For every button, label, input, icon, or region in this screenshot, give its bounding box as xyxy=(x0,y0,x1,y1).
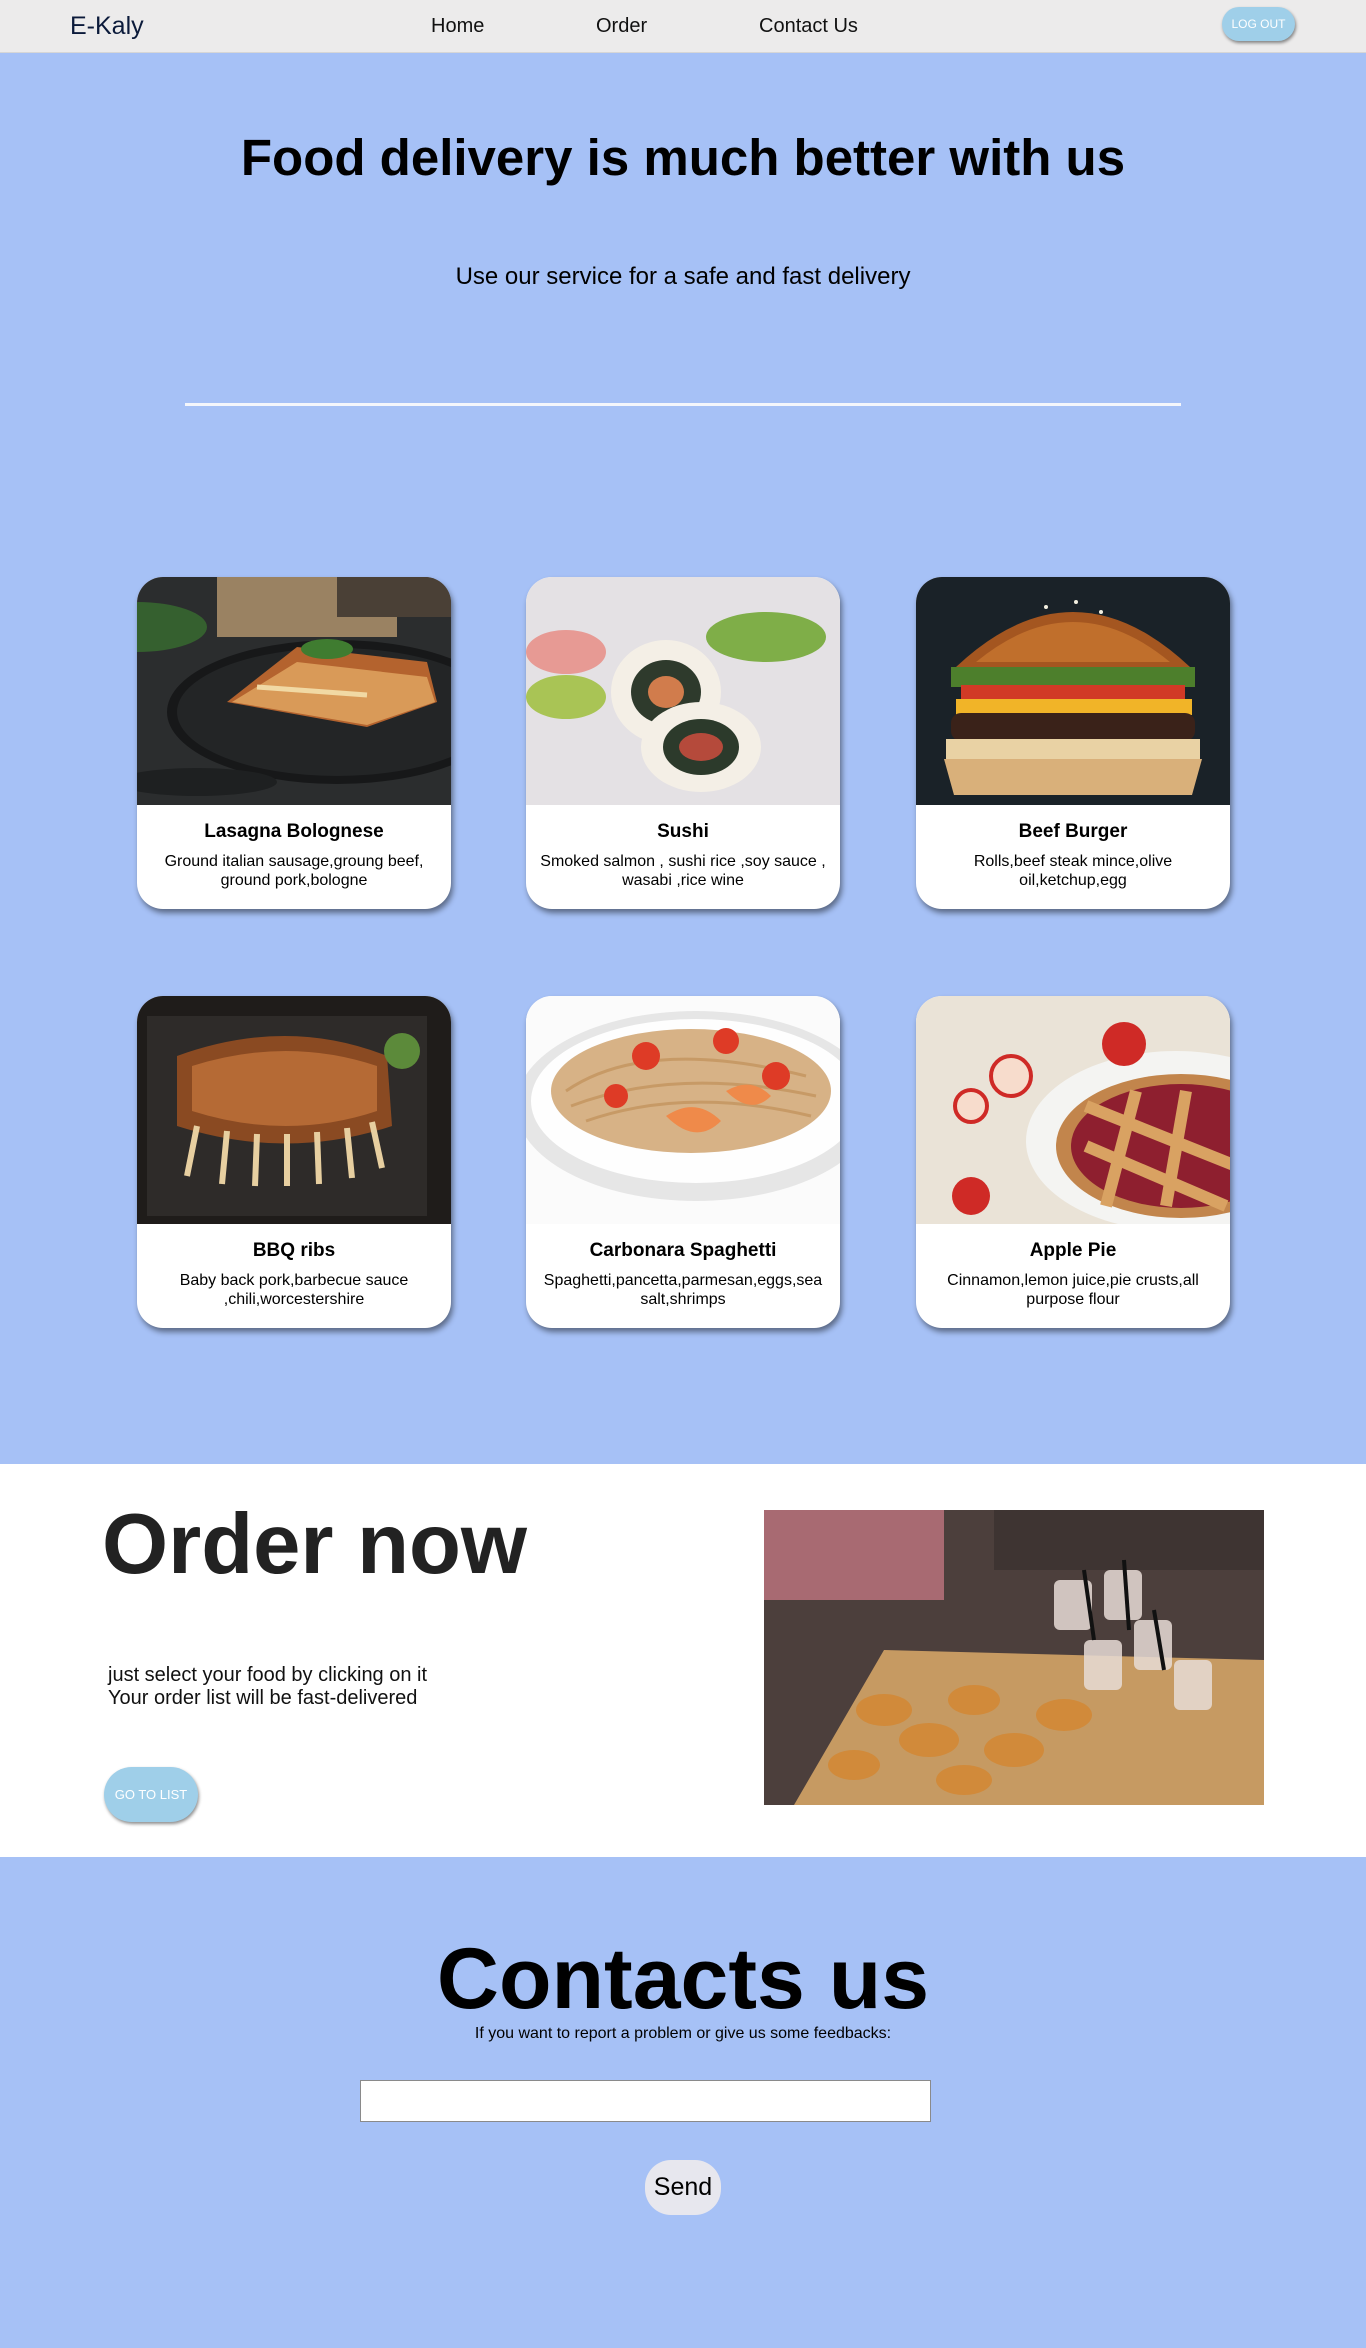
menu-card-sushi[interactable]: Sushi Smoked salmon , sushi rice ,soy sa… xyxy=(526,577,840,909)
card-title: Lasagna Bolognese xyxy=(204,821,384,842)
card-description: Rolls,beef steak mince,olive oil,ketchup… xyxy=(973,853,1173,889)
hero-divider xyxy=(185,403,1181,406)
hero-subtitle: Use our service for a safe and fast deli… xyxy=(455,263,911,290)
spaghetti-photo xyxy=(526,996,840,1224)
card-title: BBQ ribs xyxy=(252,1240,336,1261)
catering-photo xyxy=(764,1510,1264,1805)
send-button[interactable]: Send xyxy=(645,2160,721,2215)
order-line-1: just select your food by clicking on it xyxy=(108,1664,428,1686)
hero-title: Food delivery is much better with us xyxy=(240,129,1126,186)
menu-card-apple-pie[interactable]: Apple Pie Cinnamon,lemon juice,pie crust… xyxy=(916,996,1230,1328)
nav-link-home[interactable]: Home xyxy=(431,15,484,38)
nav-link-order[interactable]: Order xyxy=(596,15,647,38)
go-to-list-button[interactable]: GO TO LIST xyxy=(104,1767,198,1822)
card-description: Cinnamon,lemon juice,pie crusts,all purp… xyxy=(947,1272,1199,1308)
contact-title: Contacts us xyxy=(436,1931,930,2027)
card-title: Apple Pie xyxy=(1029,1240,1117,1261)
menu-card-bbq-ribs[interactable]: BBQ ribs Baby back pork,barbecue sauce ,… xyxy=(137,996,451,1328)
card-title: Beef Burger xyxy=(1018,821,1128,842)
menu-card-carbonara-spaghetti[interactable]: Carbonara Spaghetti Spaghetti,pancetta,p… xyxy=(526,996,840,1328)
card-description: Baby back pork,barbecue sauce ,chili,wor… xyxy=(179,1272,409,1308)
card-description: Spaghetti,pancetta,parmesan,eggs,sea sal… xyxy=(543,1272,823,1308)
contact-subtitle: If you want to report a problem or give … xyxy=(474,2025,892,2042)
sushi-photo xyxy=(526,577,840,805)
navbar: E-Kaly Home Order Contact Us LOG OUT xyxy=(0,0,1366,53)
card-title: Sushi xyxy=(657,821,709,842)
nav-link-contact[interactable]: Contact Us xyxy=(759,15,858,38)
brand-logo[interactable]: E-Kaly xyxy=(70,12,144,41)
card-description: Smoked salmon , sushi rice ,soy sauce , … xyxy=(540,853,826,889)
order-section: Order now just select your food by click… xyxy=(0,1464,1366,1857)
menu-card-lasagna[interactable]: Lasagna Bolognese Ground italian sausage… xyxy=(137,577,451,909)
order-line-2: Your order list will be fast-delivered xyxy=(108,1687,418,1709)
order-title: Order now xyxy=(102,1497,528,1592)
menu-card-burger[interactable]: Beef Burger Rolls,beef steak mince,olive… xyxy=(916,577,1230,909)
card-title: Carbonara Spaghetti xyxy=(589,1240,777,1261)
logout-button[interactable]: LOG OUT xyxy=(1222,7,1295,41)
order-description: just select your food by clicking on it … xyxy=(108,1664,427,1710)
ribs-photo xyxy=(137,996,451,1224)
lasagna-photo xyxy=(137,577,451,805)
card-description: Ground italian sausage,groung beef, grou… xyxy=(164,853,424,889)
burger-photo xyxy=(916,577,1230,805)
apple-pie-photo xyxy=(916,996,1230,1224)
feedback-input[interactable] xyxy=(360,2080,931,2122)
